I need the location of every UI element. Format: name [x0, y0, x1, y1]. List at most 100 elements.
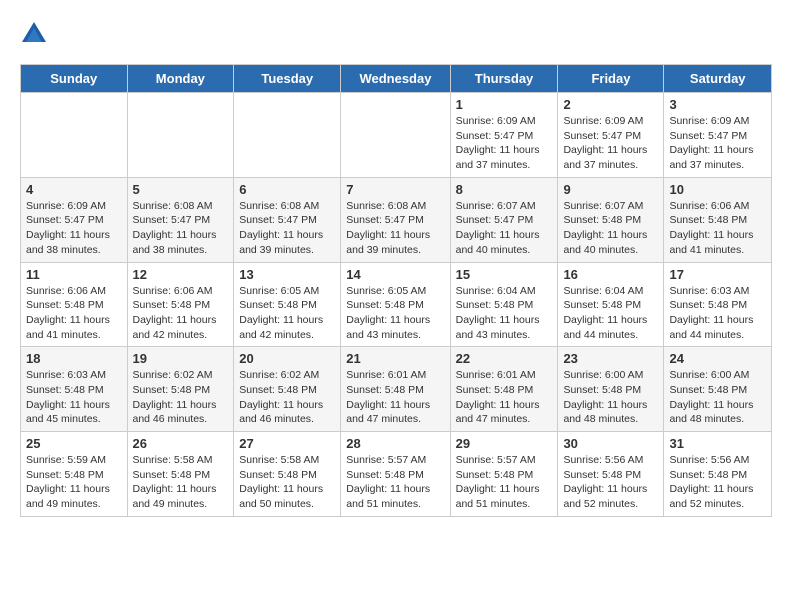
day-cell: 10Sunrise: 6:06 AM Sunset: 5:48 PM Dayli…	[664, 177, 772, 262]
day-info: Sunrise: 6:04 AM Sunset: 5:48 PM Dayligh…	[563, 285, 647, 341]
day-info: Sunrise: 6:09 AM Sunset: 5:47 PM Dayligh…	[26, 200, 110, 256]
day-number: 26	[133, 436, 229, 451]
week-row-3: 11 Sunrise: 6:06 AM Sunset: 5:48 PM Dayli…	[21, 262, 772, 347]
day-cell: 13 Sunrise: 6:05 AM Sunset: 5:48 PM Dayli…	[234, 262, 341, 347]
day-cell: 31 Sunrise: 5:56 AM Sunset: 5:48 PM Dayli…	[664, 432, 772, 517]
day-info: Sunrise: 6:08 AM Sunset: 5:47 PM Dayligh…	[239, 200, 323, 256]
weekday-header-sunday: Sunday	[21, 65, 128, 93]
day-number: 5	[133, 182, 229, 197]
day-info: Sunrise: 5:58 AM Sunset: 5:48 PM Dayligh…	[133, 454, 217, 510]
day-number: 17	[669, 267, 766, 282]
day-info: Sunrise: 6:09 AM Sunset: 5:47 PM Dayligh…	[456, 115, 540, 171]
day-number: 15	[456, 267, 553, 282]
weekday-header-monday: Monday	[127, 65, 234, 93]
day-number: 23	[563, 351, 658, 366]
day-number: 6	[239, 182, 335, 197]
day-cell: 30Sunrise: 5:56 AM Sunset: 5:48 PM Dayli…	[558, 432, 664, 517]
day-cell: 15 Sunrise: 6:04 AM Sunset: 5:48 PM Dayli…	[450, 262, 558, 347]
day-cell: 8 Sunrise: 6:07 AM Sunset: 5:47 PM Daylig…	[450, 177, 558, 262]
day-info: Sunrise: 6:09 AM Sunset: 5:47 PM Dayligh…	[563, 115, 647, 171]
day-info: Sunrise: 6:06 AM Sunset: 5:48 PM Dayligh…	[26, 285, 110, 341]
day-cell: 2 Sunrise: 6:09 AM Sunset: 5:47 PM Daylig…	[558, 93, 664, 178]
day-number: 10	[669, 182, 766, 197]
day-info: Sunrise: 6:02 AM Sunset: 5:48 PM Dayligh…	[133, 369, 217, 425]
calendar-table: SundayMondayTuesdayWednesdayThursdayFrid…	[20, 64, 772, 517]
day-info: Sunrise: 5:57 AM Sunset: 5:48 PM Dayligh…	[456, 454, 540, 510]
day-number: 4	[26, 182, 122, 197]
day-number: 31	[669, 436, 766, 451]
weekday-header-saturday: Saturday	[664, 65, 772, 93]
day-cell	[21, 93, 128, 178]
day-number: 24	[669, 351, 766, 366]
weekday-header-thursday: Thursday	[450, 65, 558, 93]
weekday-header-friday: Friday	[558, 65, 664, 93]
day-number: 9	[563, 182, 658, 197]
day-info: Sunrise: 6:03 AM Sunset: 5:48 PM Dayligh…	[669, 285, 753, 341]
day-info: Sunrise: 6:00 AM Sunset: 5:48 PM Dayligh…	[669, 369, 753, 425]
day-info: Sunrise: 6:07 AM Sunset: 5:47 PM Dayligh…	[456, 200, 540, 256]
week-row-1: 1 Sunrise: 6:09 AM Sunset: 5:47 PM Daylig…	[21, 93, 772, 178]
day-info: Sunrise: 5:58 AM Sunset: 5:48 PM Dayligh…	[239, 454, 323, 510]
day-number: 2	[563, 97, 658, 112]
day-cell: 22 Sunrise: 6:01 AM Sunset: 5:48 PM Dayli…	[450, 347, 558, 432]
day-number: 12	[133, 267, 229, 282]
day-cell: 14 Sunrise: 6:05 AM Sunset: 5:48 PM Dayli…	[341, 262, 450, 347]
day-number: 8	[456, 182, 553, 197]
day-number: 25	[26, 436, 122, 451]
day-number: 14	[346, 267, 444, 282]
day-cell: 23 Sunrise: 6:00 AM Sunset: 5:48 PM Dayli…	[558, 347, 664, 432]
day-cell: 29Sunrise: 5:57 AM Sunset: 5:48 PM Dayli…	[450, 432, 558, 517]
day-info: Sunrise: 6:05 AM Sunset: 5:48 PM Dayligh…	[239, 285, 323, 341]
day-info: Sunrise: 6:07 AM Sunset: 5:48 PM Dayligh…	[563, 200, 647, 256]
day-number: 20	[239, 351, 335, 366]
day-info: Sunrise: 6:00 AM Sunset: 5:48 PM Dayligh…	[563, 369, 647, 425]
day-info: Sunrise: 6:08 AM Sunset: 5:47 PM Dayligh…	[346, 200, 430, 256]
weekday-header-wednesday: Wednesday	[341, 65, 450, 93]
day-number: 13	[239, 267, 335, 282]
day-cell: 28 Sunrise: 5:57 AM Sunset: 5:48 PM Dayli…	[341, 432, 450, 517]
day-info: Sunrise: 6:01 AM Sunset: 5:48 PM Dayligh…	[456, 369, 540, 425]
day-info: Sunrise: 6:01 AM Sunset: 5:48 PM Dayligh…	[346, 369, 430, 425]
day-info: Sunrise: 6:09 AM Sunset: 5:47 PM Dayligh…	[669, 115, 753, 171]
day-cell: 24 Sunrise: 6:00 AM Sunset: 5:48 PM Dayli…	[664, 347, 772, 432]
day-cell: 6 Sunrise: 6:08 AM Sunset: 5:47 PM Daylig…	[234, 177, 341, 262]
day-info: Sunrise: 6:05 AM Sunset: 5:48 PM Dayligh…	[346, 285, 430, 341]
day-number: 22	[456, 351, 553, 366]
day-number: 16	[563, 267, 658, 282]
day-info: Sunrise: 5:59 AM Sunset: 5:48 PM Dayligh…	[26, 454, 110, 510]
day-number: 28	[346, 436, 444, 451]
day-cell	[234, 93, 341, 178]
day-cell: 20 Sunrise: 6:02 AM Sunset: 5:48 PM Dayli…	[234, 347, 341, 432]
page-header	[20, 20, 772, 48]
day-cell: 12 Sunrise: 6:06 AM Sunset: 5:48 PM Dayli…	[127, 262, 234, 347]
day-number: 30	[563, 436, 658, 451]
day-info: Sunrise: 6:06 AM Sunset: 5:48 PM Dayligh…	[133, 285, 217, 341]
day-cell: 11 Sunrise: 6:06 AM Sunset: 5:48 PM Dayli…	[21, 262, 128, 347]
week-row-5: 25 Sunrise: 5:59 AM Sunset: 5:48 PM Dayli…	[21, 432, 772, 517]
day-cell: 19Sunrise: 6:02 AM Sunset: 5:48 PM Dayli…	[127, 347, 234, 432]
day-number: 18	[26, 351, 122, 366]
day-cell: 17 Sunrise: 6:03 AM Sunset: 5:48 PM Dayli…	[664, 262, 772, 347]
day-number: 21	[346, 351, 444, 366]
day-cell: 5 Sunrise: 6:08 AM Sunset: 5:47 PM Daylig…	[127, 177, 234, 262]
weekday-header-row: SundayMondayTuesdayWednesdayThursdayFrid…	[21, 65, 772, 93]
day-cell: 3 Sunrise: 6:09 AM Sunset: 5:47 PM Daylig…	[664, 93, 772, 178]
day-cell: 27 Sunrise: 5:58 AM Sunset: 5:48 PM Dayli…	[234, 432, 341, 517]
day-cell: 26 Sunrise: 5:58 AM Sunset: 5:48 PM Dayli…	[127, 432, 234, 517]
week-row-2: 4 Sunrise: 6:09 AM Sunset: 5:47 PM Daylig…	[21, 177, 772, 262]
day-cell	[127, 93, 234, 178]
day-info: Sunrise: 6:08 AM Sunset: 5:47 PM Dayligh…	[133, 200, 217, 256]
day-number: 11	[26, 267, 122, 282]
day-info: Sunrise: 6:02 AM Sunset: 5:48 PM Dayligh…	[239, 369, 323, 425]
day-cell: 25 Sunrise: 5:59 AM Sunset: 5:48 PM Dayli…	[21, 432, 128, 517]
day-cell: 1 Sunrise: 6:09 AM Sunset: 5:47 PM Daylig…	[450, 93, 558, 178]
day-number: 3	[669, 97, 766, 112]
day-cell: 9 Sunrise: 6:07 AM Sunset: 5:48 PM Daylig…	[558, 177, 664, 262]
day-cell: 18Sunrise: 6:03 AM Sunset: 5:48 PM Dayli…	[21, 347, 128, 432]
day-number: 7	[346, 182, 444, 197]
day-number: 27	[239, 436, 335, 451]
day-info: Sunrise: 6:04 AM Sunset: 5:48 PM Dayligh…	[456, 285, 540, 341]
day-info: Sunrise: 5:57 AM Sunset: 5:48 PM Dayligh…	[346, 454, 430, 510]
day-number: 1	[456, 97, 553, 112]
day-info: Sunrise: 5:56 AM Sunset: 5:48 PM Dayligh…	[669, 454, 753, 510]
